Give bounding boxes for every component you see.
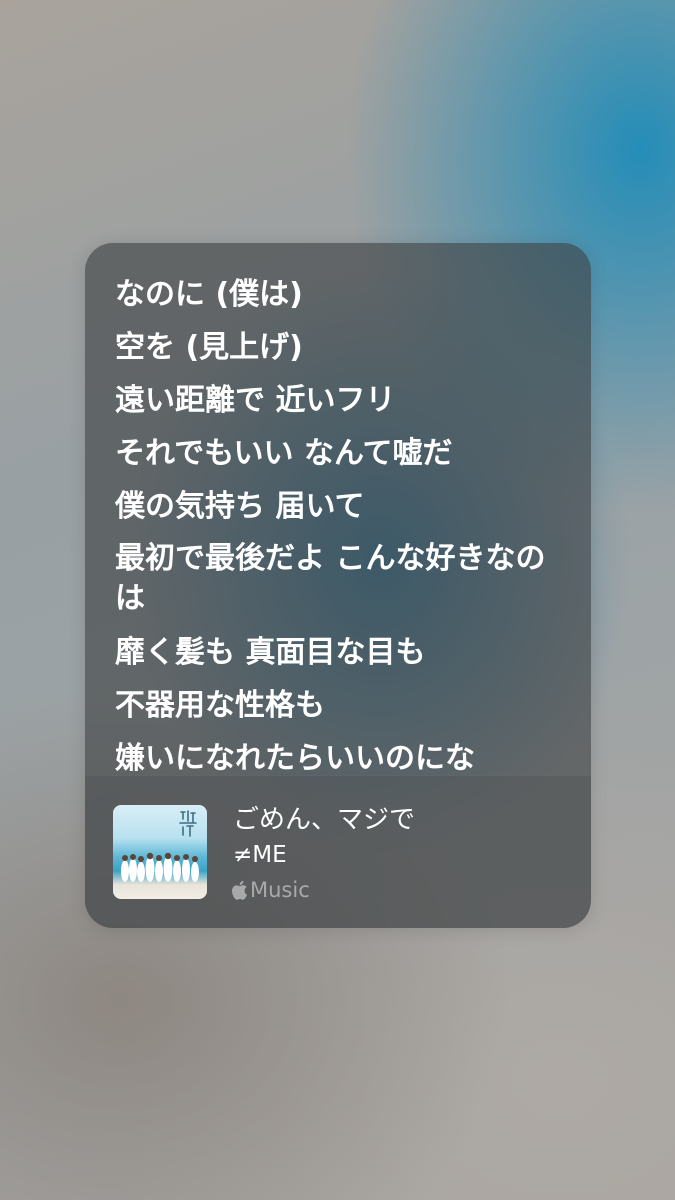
album-artwork[interactable] [113,805,207,899]
lyric-line: 最初で最後だよ こんな好きなのは [115,541,546,616]
lyric-line: 遠い距離で 近いフリ [115,383,396,418]
lyric-line: 僕の気持ち 届いて [115,489,365,524]
artwork-group-photo [121,852,199,882]
apple-logo-icon [232,880,247,900]
lyric-line: 空を (見上げ) [115,330,303,365]
apple-music-badge: Music [231,875,310,905]
service-label: Music [250,878,310,902]
artist-name[interactable]: ≠ME [233,840,287,870]
song-title[interactable]: ごめん、マジで [233,803,415,837]
lyric-line: なのに (僕は) [115,277,303,312]
lyric-line: 靡く髪も 真面目な目も [115,635,426,670]
lyrics-block: なのに (僕は) 空を (見上げ) 遠い距離で 近いフリ それでもいい なんて嘘… [115,268,575,785]
lyric-line: 不器用な性格も [115,688,325,723]
lyric-line: それでもいい なんて嘘だ [115,436,453,471]
track-info-footer[interactable]: ごめん、マジで ≠ME Music [85,775,591,928]
artwork-title-mark-icon [179,810,197,837]
lyrics-share-card: なのに (僕は) 空を (見上げ) 遠い距離で 近いフリ それでもいい なんて嘘… [85,243,591,928]
